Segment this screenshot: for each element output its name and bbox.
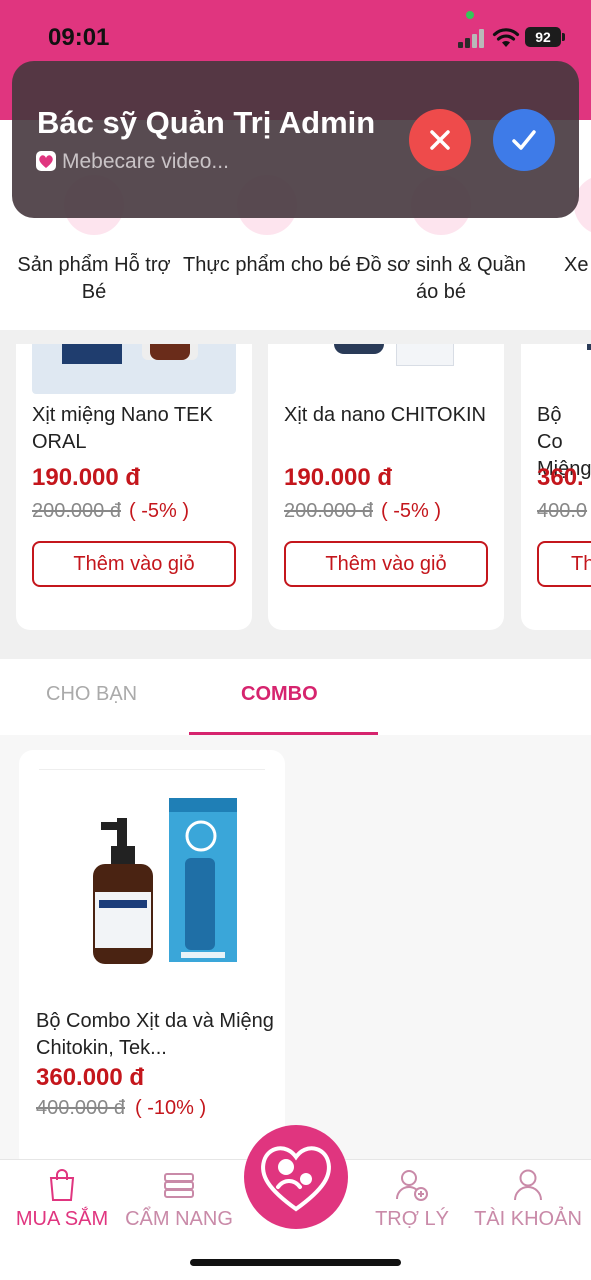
product-card[interactable]: Xịt miệng Nano TEK ORAL 190.000 đ 200.00… [16, 344, 252, 630]
app-icon [36, 151, 56, 171]
product-discount: ( -5% ) [128, 500, 189, 522]
wifi-icon [492, 28, 520, 47]
home-indicator [190, 1259, 401, 1266]
accept-call-button[interactable] [493, 109, 555, 171]
status-time: 09:01 [48, 24, 110, 51]
nav-label: TÀI KHOẢN [474, 1208, 582, 1230]
notification-subtitle: Mebecare video... [62, 150, 229, 173]
tab-section: CHO BẠN COMBO Bộ Combo Xịt da và Miệng C… [0, 659, 591, 1266]
category-label: Sản phẩm Hỗ trợ Bé [17, 254, 171, 303]
product-old-price-row: 200.000 đ ( -5% ) [32, 500, 189, 523]
product-old-price: 200.000 đ [32, 500, 121, 522]
nav-tai-khoan[interactable]: TÀI KHOẢN [472, 1168, 584, 1231]
mother-baby-heart-icon [261, 1146, 331, 1212]
shopping-bag-icon [49, 1169, 75, 1201]
combo-product-card[interactable]: Bộ Combo Xịt da và Miệng Chitokin, Tek..… [19, 750, 285, 1266]
check-icon [512, 130, 536, 150]
battery-indicator: 92 [525, 27, 565, 47]
product-image [35, 766, 269, 998]
add-to-cart-button[interactable]: Thêm vào giỏ [32, 541, 236, 587]
nav-mua-sam[interactable]: MUA SẮM [14, 1168, 110, 1231]
combo-discount: ( -10% ) [134, 1097, 207, 1119]
nav-cam-nang[interactable]: CẨM NANG [122, 1168, 236, 1231]
tab-bar: CHO BẠN COMBO [0, 659, 591, 735]
notification-title: Bác sỹ Quản Trị Admin [37, 105, 376, 140]
nav-label: MUA SẮM [15, 1208, 109, 1230]
product-discount: ( -5% ) [380, 500, 441, 522]
product-image [537, 344, 591, 394]
tab-active-indicator [189, 732, 378, 735]
cellular-signal-icon [458, 28, 486, 48]
combo-old-price: 400.000 đ [36, 1097, 125, 1119]
add-to-cart-button[interactable]: Thêm vào giỏ [284, 541, 488, 587]
product-card[interactable]: Xịt da nano CHITOKIN 190.000 đ 200.000 đ… [268, 344, 504, 630]
combo-product-price: 360.000 đ [36, 1064, 145, 1091]
product-carousel[interactable]: Xịt miệng Nano TEK ORAL 190.000 đ 200.00… [0, 344, 591, 646]
product-name: Xịt miệng Nano TEK ORAL [32, 404, 213, 453]
decline-call-button[interactable] [409, 109, 471, 171]
app-screen: 09:01 92 Sản phẩm Hỗ trợ Bé Thực phẩm ch… [0, 0, 591, 1280]
close-icon [430, 130, 450, 150]
category-label: Xe [564, 254, 589, 276]
combo-product-name: Bộ Combo Xịt da và Miệng Chitokin, Tek..… [36, 1010, 274, 1059]
incoming-call-notification[interactable]: Bác sỹ Quản Trị Admin Mebecare video... [12, 61, 579, 218]
product-name: Xịt da nano CHITOKIN [284, 404, 486, 426]
product-price: 360. [537, 464, 584, 491]
product-image [32, 344, 236, 394]
mebecare-home-button[interactable] [244, 1125, 348, 1229]
category-label: Thực phẩm cho bé [183, 254, 351, 276]
product-image [284, 344, 488, 394]
nav-label: CẨM NANG [125, 1208, 233, 1230]
add-to-cart-button[interactable]: Th [537, 541, 591, 587]
user-icon [514, 1169, 542, 1201]
product-old-price: 400.0 [537, 500, 588, 522]
product-old-price-row: 400.0 [537, 500, 587, 523]
product-price: 190.000 đ [32, 464, 141, 491]
tab-combo[interactable]: COMBO [241, 683, 318, 706]
tab-cho-ban[interactable]: CHO BẠN [46, 683, 137, 706]
product-card[interactable]: Bộ Co Miệng 360. 400.0 Th [521, 344, 591, 630]
combo-old-price-row: 400.000 đ ( -10% ) [36, 1097, 206, 1120]
nav-tro-ly[interactable]: TRỢ LÝ [374, 1168, 450, 1231]
product-old-price-row: 200.000 đ ( -5% ) [284, 500, 441, 523]
book-icon [164, 1173, 194, 1198]
category-label: Đồ sơ sinh & Quần áo bé [356, 254, 526, 303]
camera-indicator-dot [466, 11, 474, 19]
nav-label: TRỢ LÝ [375, 1208, 449, 1230]
add-user-icon [395, 1170, 428, 1201]
product-old-price: 200.000 đ [284, 500, 373, 522]
product-price: 190.000 đ [284, 464, 393, 491]
